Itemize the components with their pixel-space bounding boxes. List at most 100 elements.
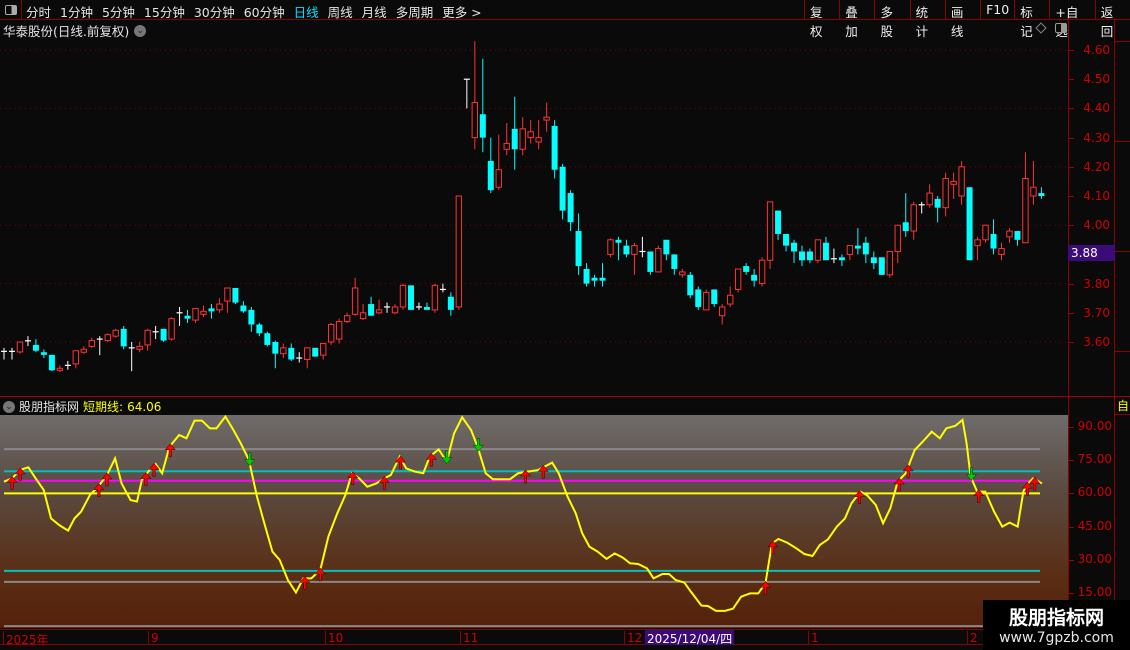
side-list-row[interactable] <box>1115 432 1130 449</box>
candle-body <box>870 257 877 264</box>
chevron-down-icon[interactable]: ⌄ <box>134 24 147 37</box>
candle-body <box>950 180 957 185</box>
side-list-row[interactable] <box>1115 551 1130 568</box>
candle-body <box>703 291 710 311</box>
candle-body <box>671 254 678 269</box>
date-tick: 2 <box>967 631 978 645</box>
tab-5min[interactable]: 5分钟 <box>102 2 135 21</box>
side-list-row[interactable] <box>1115 500 1130 517</box>
side-list-row[interactable] <box>1115 517 1130 534</box>
diamond-icon[interactable] <box>1035 22 1047 34</box>
side-list: 自 <box>1115 397 1130 630</box>
back-button[interactable]: 返回 <box>1094 0 1130 39</box>
candle-body <box>359 312 367 320</box>
price-tick: 4.00 <box>1083 218 1110 232</box>
candle-body <box>846 245 854 255</box>
buy-arrow-icon <box>767 540 779 555</box>
tab-fenshi[interactable]: 分时 <box>26 2 51 21</box>
price-tick: 3.70 <box>1083 306 1110 320</box>
buy-arrow-icon <box>6 475 18 490</box>
date-tick: 2025年 <box>3 631 49 647</box>
side-label[interactable]: 自 <box>1115 397 1130 415</box>
indicator-tick: 75.00 <box>1077 452 1112 466</box>
candle-body <box>974 239 981 247</box>
side-list-row[interactable] <box>1115 568 1130 585</box>
tab-weekly[interactable]: 周线 <box>328 2 353 21</box>
side-tab[interactable] <box>1115 42 1130 142</box>
side-tab[interactable] <box>1115 142 1130 252</box>
candle-body <box>447 296 454 310</box>
chevron-down-icon[interactable]: ⌄ <box>3 400 15 413</box>
candle-body <box>838 257 845 261</box>
tab-1min[interactable]: 1分钟 <box>60 2 93 21</box>
candle-body <box>224 287 231 302</box>
tab-30min[interactable]: 30分钟 <box>194 2 235 21</box>
tab-15min[interactable]: 15分钟 <box>144 2 185 21</box>
tab-60min[interactable]: 60分钟 <box>244 2 285 21</box>
candle-body <box>806 251 813 261</box>
sell-arrow-icon <box>965 467 977 481</box>
layout-toggle-icon[interactable] <box>0 0 22 20</box>
tab-daily[interactable]: 日线 <box>294 2 319 21</box>
candle-body <box>799 251 805 261</box>
candle-body <box>567 193 574 223</box>
candle-body <box>431 284 439 311</box>
candle-body <box>766 201 774 261</box>
side-tabs[interactable] <box>1115 20 1130 397</box>
side-tab[interactable] <box>1115 20 1130 42</box>
candle-body <box>248 309 255 325</box>
tab-multi-period[interactable]: 多周期 <box>396 2 434 21</box>
price-tick: 4.20 <box>1083 160 1110 174</box>
candle-body <box>734 268 742 290</box>
tab-more[interactable]: 更多 > <box>442 2 481 21</box>
statistics-button[interactable]: 统计 <box>909 0 945 39</box>
candle-body <box>511 128 518 150</box>
draw-line-button[interactable]: 画线 <box>944 0 980 39</box>
indicator-chart[interactable] <box>0 415 1068 628</box>
candle-body <box>791 242 798 252</box>
overlay-button[interactable]: 叠加 <box>839 0 874 39</box>
candle-body <box>391 306 399 314</box>
side-tab[interactable] <box>1115 352 1130 397</box>
candle-body <box>878 257 885 275</box>
candle-body <box>168 318 175 340</box>
indicator-tick: 15.00 <box>1077 585 1112 599</box>
candle-body <box>719 306 726 317</box>
panel-layout-icon[interactable] <box>1055 23 1067 33</box>
candle-body <box>320 342 327 356</box>
restore-rights-button[interactable]: 复权 <box>804 0 839 39</box>
candle-body <box>72 350 80 365</box>
side-list-row[interactable] <box>1115 483 1130 500</box>
pane-divider[interactable] <box>0 396 1130 397</box>
f10-button[interactable]: F10 <box>980 0 1014 20</box>
candle-body <box>264 333 271 345</box>
candle-body <box>663 239 670 255</box>
candle-body <box>136 345 143 350</box>
candlestick-chart[interactable] <box>0 38 1068 395</box>
side-list-row[interactable] <box>1115 534 1130 551</box>
side-list-row[interactable] <box>1115 449 1130 466</box>
side-list-row[interactable] <box>1115 466 1130 483</box>
candle-body <box>758 259 766 285</box>
tab-monthly[interactable]: 月线 <box>362 2 387 21</box>
mark-button[interactable]: 标记 <box>1014 0 1049 39</box>
candle-body <box>280 347 287 355</box>
indicator-name[interactable]: 股朋指标网 <box>19 398 79 415</box>
candle-body <box>527 131 534 139</box>
candle-body <box>854 245 861 249</box>
candle-body <box>695 289 702 307</box>
series-label: 短期线: <box>83 400 124 414</box>
candle-body <box>647 251 654 272</box>
candle-body <box>120 328 127 347</box>
candle-body <box>990 233 997 249</box>
add-watchlist-button[interactable]: +自选 <box>1049 0 1094 39</box>
watermark-url: www.7gpzb.com <box>999 630 1114 646</box>
multi-stock-button[interactable]: 多股 <box>874 0 909 39</box>
candle-body <box>575 231 582 267</box>
side-list-row[interactable] <box>1115 415 1130 432</box>
price-tick: 3.60 <box>1083 335 1110 349</box>
candle-body <box>184 315 191 319</box>
side-tab[interactable] <box>1115 252 1130 352</box>
candle-body <box>1022 177 1029 244</box>
price-axis: 4.60 4.50 4.40 4.30 4.20 4.10 4.00 3.80 … <box>1068 20 1115 397</box>
